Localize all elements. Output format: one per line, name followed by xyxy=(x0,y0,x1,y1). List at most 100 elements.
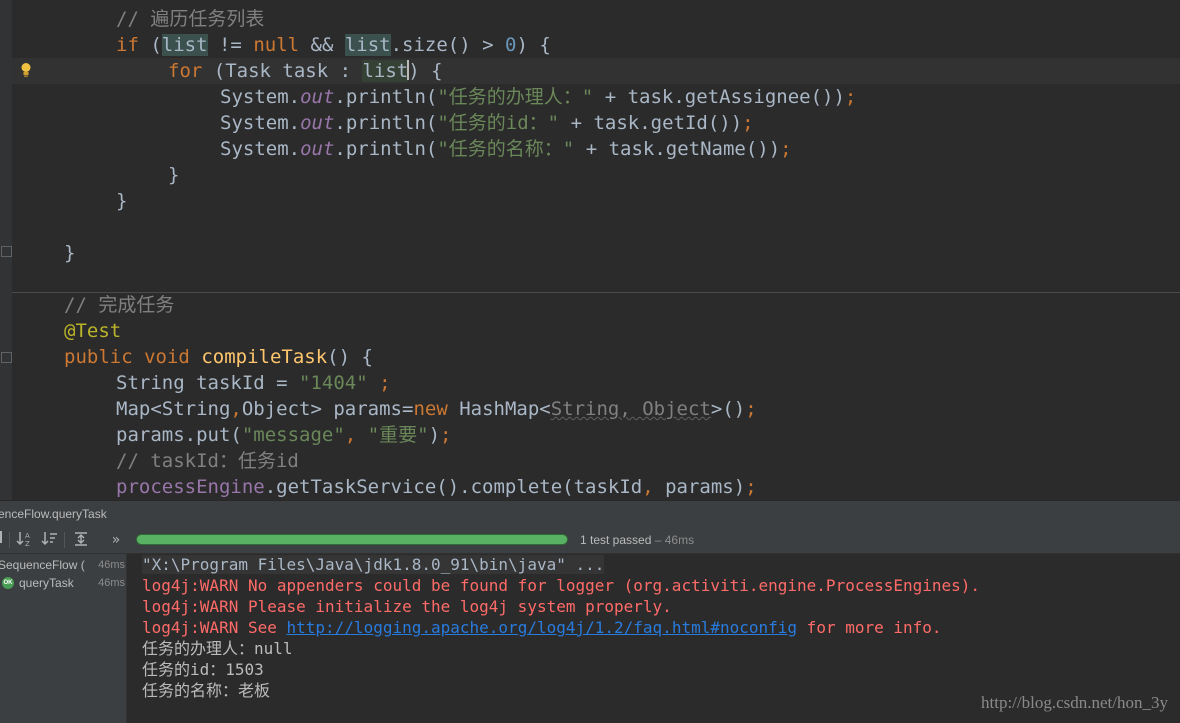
code-line[interactable]: System.out.println("任务的id：" + task.getId… xyxy=(220,110,754,136)
code-line[interactable]: @Test xyxy=(64,318,121,344)
test-tree[interactable]: SequenceFlow ( 46ms OK queryTask 46ms xyxy=(0,554,127,723)
run-panel-header[interactable]: enceFlow.queryTask xyxy=(0,500,1180,526)
code-token: () { xyxy=(327,346,373,368)
code-token: ; xyxy=(844,86,857,108)
code-line[interactable]: } xyxy=(116,188,127,214)
console-text: "X:\Program Files\Java\jdk1.8.0_91\bin\j… xyxy=(142,555,605,574)
code-token: new xyxy=(413,398,448,420)
code-line[interactable]: // 完成任务 xyxy=(64,292,174,318)
code-line[interactable]: // 遍历任务列表 xyxy=(116,6,264,32)
console-text: for more info. xyxy=(797,618,942,637)
code-token: ; xyxy=(745,476,757,498)
console-line: log4j:WARN No appenders could be found f… xyxy=(142,576,981,595)
log4j-faq-link[interactable]: http://logging.apache.org/log4j/1.2/faq.… xyxy=(287,618,798,637)
tree-item-label: queryTask xyxy=(19,576,74,590)
code-token: public xyxy=(64,346,133,368)
console-line: 任务的名称：老板 xyxy=(142,681,271,700)
watermark: http://blog.csdn.net/hon_3y xyxy=(981,693,1168,712)
code-token: "任务的办理人：" xyxy=(437,86,594,108)
code-token: String, Object xyxy=(550,398,711,420)
code-line[interactable]: System.out.println("任务的办理人：" + task.getA… xyxy=(220,84,856,110)
code-token: // 遍历任务列表 xyxy=(116,8,265,30)
code-token: } xyxy=(116,190,128,212)
code-token: , xyxy=(344,424,368,446)
code-token: if xyxy=(116,34,139,56)
code-editor[interactable]: // 遍历任务列表 if (list != null && list.size()… xyxy=(0,0,1180,500)
code-token: (Task task : xyxy=(202,60,363,82)
lightbulb-icon[interactable] xyxy=(20,62,32,78)
method-separator xyxy=(12,292,1180,293)
svg-text:Z: Z xyxy=(25,540,30,548)
code-token: @Test xyxy=(64,320,122,342)
test-progress-bar xyxy=(136,534,568,545)
code-line[interactable]: for (Task task : list) { xyxy=(168,58,443,84)
code-token: "1404" xyxy=(299,372,368,394)
code-token: 0 xyxy=(505,34,517,56)
code-token: + task.getName()) xyxy=(574,138,781,160)
code-token: .println( xyxy=(334,138,438,160)
sort-duration-icon[interactable] xyxy=(40,530,60,550)
code-token: ; xyxy=(742,112,754,134)
expand-all-icon[interactable] xyxy=(71,530,91,550)
code-token: ) { xyxy=(408,60,443,82)
tree-item-suite[interactable]: SequenceFlow ( 46ms xyxy=(0,556,126,574)
code-token: ; xyxy=(367,372,391,394)
code-token: ; xyxy=(780,138,792,160)
code-token: "message" xyxy=(241,424,345,446)
code-token: + task.getId()) xyxy=(559,112,743,134)
code-token: compileTask xyxy=(201,346,328,368)
code-token: for xyxy=(168,60,203,82)
sort-alpha-icon[interactable]: AZ xyxy=(15,530,35,550)
code-token: , xyxy=(230,398,242,420)
progress-fill xyxy=(137,535,567,544)
code-token: ) xyxy=(428,424,441,446)
code-token: } xyxy=(64,242,76,264)
code-line[interactable]: } xyxy=(64,240,75,266)
code-token: } xyxy=(168,164,180,186)
code-line[interactable]: } xyxy=(168,162,179,188)
tree-item-label: SequenceFlow ( xyxy=(0,558,85,572)
code-token: "任务的名称：" xyxy=(437,138,575,160)
console-line: 任务的id：1503 xyxy=(142,660,264,679)
code-token: // taskId：任务id xyxy=(116,450,299,472)
code-line[interactable]: public void compileTask() { xyxy=(64,344,373,370)
code-line[interactable]: System.out.println("任务的名称：" + task.getNa… xyxy=(220,136,792,162)
status-passed: 1 test passed xyxy=(580,533,652,547)
test-passed-icon: OK xyxy=(2,577,14,589)
console-line: "X:\Program Files\Java\jdk1.8.0_91\bin\j… xyxy=(142,554,605,575)
tree-item-time: 46ms xyxy=(98,577,125,589)
code-token: params.put( xyxy=(116,424,242,446)
console-line: log4j:WARN See http://logging.apache.org… xyxy=(142,617,942,638)
code-token: out xyxy=(300,112,335,134)
fold-marker[interactable] xyxy=(1,246,12,257)
stop-icon[interactable] xyxy=(0,530,6,550)
svg-text:A: A xyxy=(25,532,30,540)
code-token: list xyxy=(344,34,391,56)
fold-marker[interactable] xyxy=(1,352,12,363)
code-line[interactable]: processEngine.getTaskService().complete(… xyxy=(116,474,757,500)
code-token: .size() > xyxy=(390,34,505,56)
console-text: log4j:WARN See xyxy=(142,618,287,637)
code-token: list xyxy=(161,34,208,56)
code-token: null xyxy=(253,34,300,56)
code-token: String taskId = xyxy=(116,372,300,394)
test-status: 1 test passed – 46ms xyxy=(580,531,694,549)
code-token: System. xyxy=(220,86,301,108)
tree-item-test[interactable]: OK queryTask 46ms xyxy=(0,574,126,592)
code-line[interactable]: String taskId = "1404" ; xyxy=(116,370,391,396)
code-line[interactable]: Map<String,Object> params=new HashMap<St… xyxy=(116,396,757,422)
tree-item-time: 46ms xyxy=(98,559,125,571)
code-token: , xyxy=(642,476,666,498)
code-line[interactable]: if (list != null && list.size() > 0) { xyxy=(116,32,551,58)
code-line[interactable]: params.put("message", "重要"); xyxy=(116,422,451,448)
console-line: 任务的办理人：null xyxy=(142,639,293,658)
code-token: + task.getAssignee()) xyxy=(593,86,845,108)
code-token: ) { xyxy=(516,34,551,56)
more-icon[interactable]: » xyxy=(106,530,126,550)
code-token: Map<String xyxy=(116,398,231,420)
code-token: params) xyxy=(665,476,746,498)
code-token: "重要" xyxy=(367,424,429,446)
code-line[interactable]: // taskId：任务id xyxy=(116,448,299,474)
code-token: System. xyxy=(220,112,301,134)
